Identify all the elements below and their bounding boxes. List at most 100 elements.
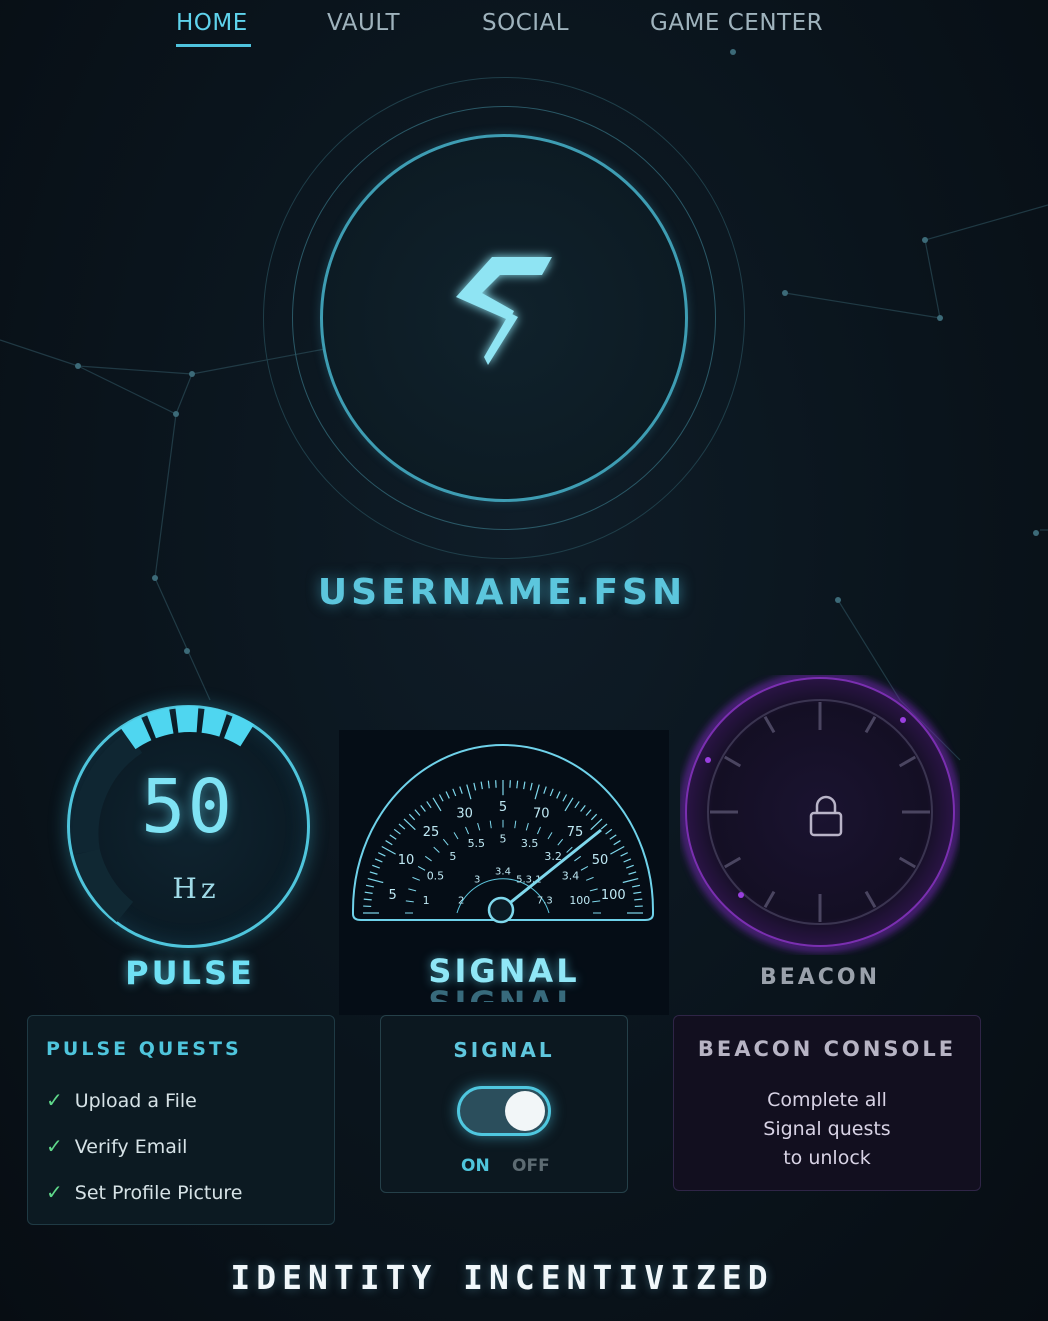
signal-tick [480, 781, 483, 790]
signal-tick [633, 891, 642, 894]
signal-tick [420, 805, 426, 812]
signal-tick [489, 820, 492, 829]
pulse-unit: Hz [172, 872, 220, 905]
signal-tick [605, 828, 613, 835]
signal-tick [393, 828, 401, 835]
signal-tick [562, 794, 568, 802]
signal-tick [574, 801, 580, 809]
pulse-quests-title: PULSE QUESTS [46, 1038, 242, 1060]
signal-tick [580, 866, 589, 871]
signal-tick [417, 866, 426, 871]
signal-tick [403, 818, 416, 831]
signal-tick [452, 788, 457, 797]
signal-tick [426, 801, 432, 809]
signal-tick [620, 852, 629, 857]
top-nav: HOME VAULT SOCIAL GAME CENTER [0, 0, 1048, 50]
signal-scale-label: 3.4 [562, 870, 580, 883]
signal-tick [585, 876, 594, 881]
signal-tick [628, 871, 637, 875]
signal-tick [523, 781, 526, 790]
signal-tick [536, 826, 541, 835]
signal-tick [600, 823, 608, 830]
signal-tick [529, 782, 533, 791]
quest-item[interactable]: ✓ Set Profile Picture [46, 1180, 242, 1204]
nav-active-indicator [176, 44, 251, 47]
signal-tick [369, 871, 378, 875]
signal-tick [398, 823, 406, 830]
beacon-gauge[interactable]: BEACON [680, 675, 960, 990]
signal-tick [590, 818, 603, 831]
toggle-off-label[interactable]: OFF [512, 1156, 550, 1176]
signal-tick [377, 852, 386, 857]
signal-tick [514, 820, 517, 829]
pulse-segment [175, 706, 199, 733]
lock-icon [809, 795, 843, 837]
signal-tick [405, 900, 414, 903]
pulse-value: 50 [141, 764, 235, 850]
fsn-logo-icon [456, 257, 552, 365]
signal-scale-label: 7.3 [537, 895, 553, 906]
quest-item[interactable]: ✓ Upload a File [46, 1088, 197, 1112]
signal-tick [585, 809, 592, 816]
signal-scale-label: 100 [569, 894, 590, 907]
signal-tick [557, 838, 564, 846]
tagline: IDENTITY INCENTIVIZED [230, 1258, 774, 1297]
signal-tick [466, 784, 472, 800]
signal-toggle[interactable] [457, 1086, 551, 1136]
signal-needle-hub [487, 896, 515, 924]
signal-tick [433, 846, 440, 853]
console-line: Complete all [767, 1089, 887, 1111]
nav-game-center[interactable]: GAME CENTER [650, 10, 823, 36]
signal-tick [543, 786, 547, 794]
console-line: to unlock [783, 1147, 871, 1169]
quest-item[interactable]: ✓ Verify Email [46, 1134, 187, 1158]
signal-scale-label: 75 [567, 825, 584, 840]
signal-tick [623, 858, 632, 863]
signal-tick [534, 784, 540, 800]
signal-panel: SIGNAL ON OFF [380, 1015, 628, 1193]
signal-scale-label: 3.5 [521, 837, 539, 850]
signal-tick [459, 786, 463, 794]
signal-tick [589, 888, 598, 892]
username: USERNAME.FSN [317, 572, 687, 613]
toggle-knob [505, 1091, 545, 1131]
nav-social[interactable]: SOCIAL [482, 10, 569, 36]
pulse-segment [120, 716, 152, 750]
signal-tick [487, 780, 490, 789]
signal-tick [412, 876, 421, 881]
check-icon: ✓ [46, 1134, 63, 1158]
signal-tick [381, 845, 396, 855]
signal-tick [580, 805, 586, 812]
check-icon: ✓ [46, 1088, 63, 1112]
signal-tick [592, 900, 601, 903]
signal-scale-label: 70 [533, 806, 550, 821]
signal-tick [442, 838, 449, 846]
signal-scale-label: 5 [449, 850, 456, 863]
signal-scale-label: 3.4 [495, 867, 511, 878]
pulse-gauge[interactable]: 50 Hz PULSE [55, 692, 325, 1002]
signal-scale-label: 3.2 [544, 850, 562, 863]
pulse-segment [223, 714, 255, 747]
signal-scale-label: 5 [499, 800, 507, 815]
beacon-label: BEACON [759, 965, 881, 990]
signal-tick [367, 877, 384, 884]
check-icon: ✓ [46, 1180, 63, 1204]
nav-vault[interactable]: VAULT [327, 10, 400, 36]
nav-home[interactable]: HOME [176, 10, 248, 36]
signal-scale-label: 2 [458, 895, 464, 906]
pulse-quests-panel: PULSE QUESTS ✓ Upload a File ✓ Verify Emai… [27, 1015, 335, 1225]
signal-tick [516, 780, 519, 789]
signal-gauge[interactable]: 5 10 25 30 5 70 75 50 100 1 0.5 5 5.5 5 3.5 3.2 3.4 100 2 3… [339, 730, 669, 1015]
signal-tick [389, 834, 397, 840]
signal-tick [372, 864, 380, 869]
signal-tick [622, 877, 639, 884]
signal-label-reflection: SIGNAL [404, 984, 604, 1002]
signal-scale-label: 5.5 [468, 837, 486, 850]
pulse-segment [146, 707, 174, 739]
console-line: Signal quests [763, 1118, 891, 1140]
toggle-on-label[interactable]: ON [461, 1156, 490, 1176]
signal-tick [453, 832, 459, 840]
signal-scale-label: 50 [592, 853, 609, 868]
signal-tick [626, 864, 634, 869]
beacon-console-title: BEACON CONSOLE [697, 1037, 957, 1061]
